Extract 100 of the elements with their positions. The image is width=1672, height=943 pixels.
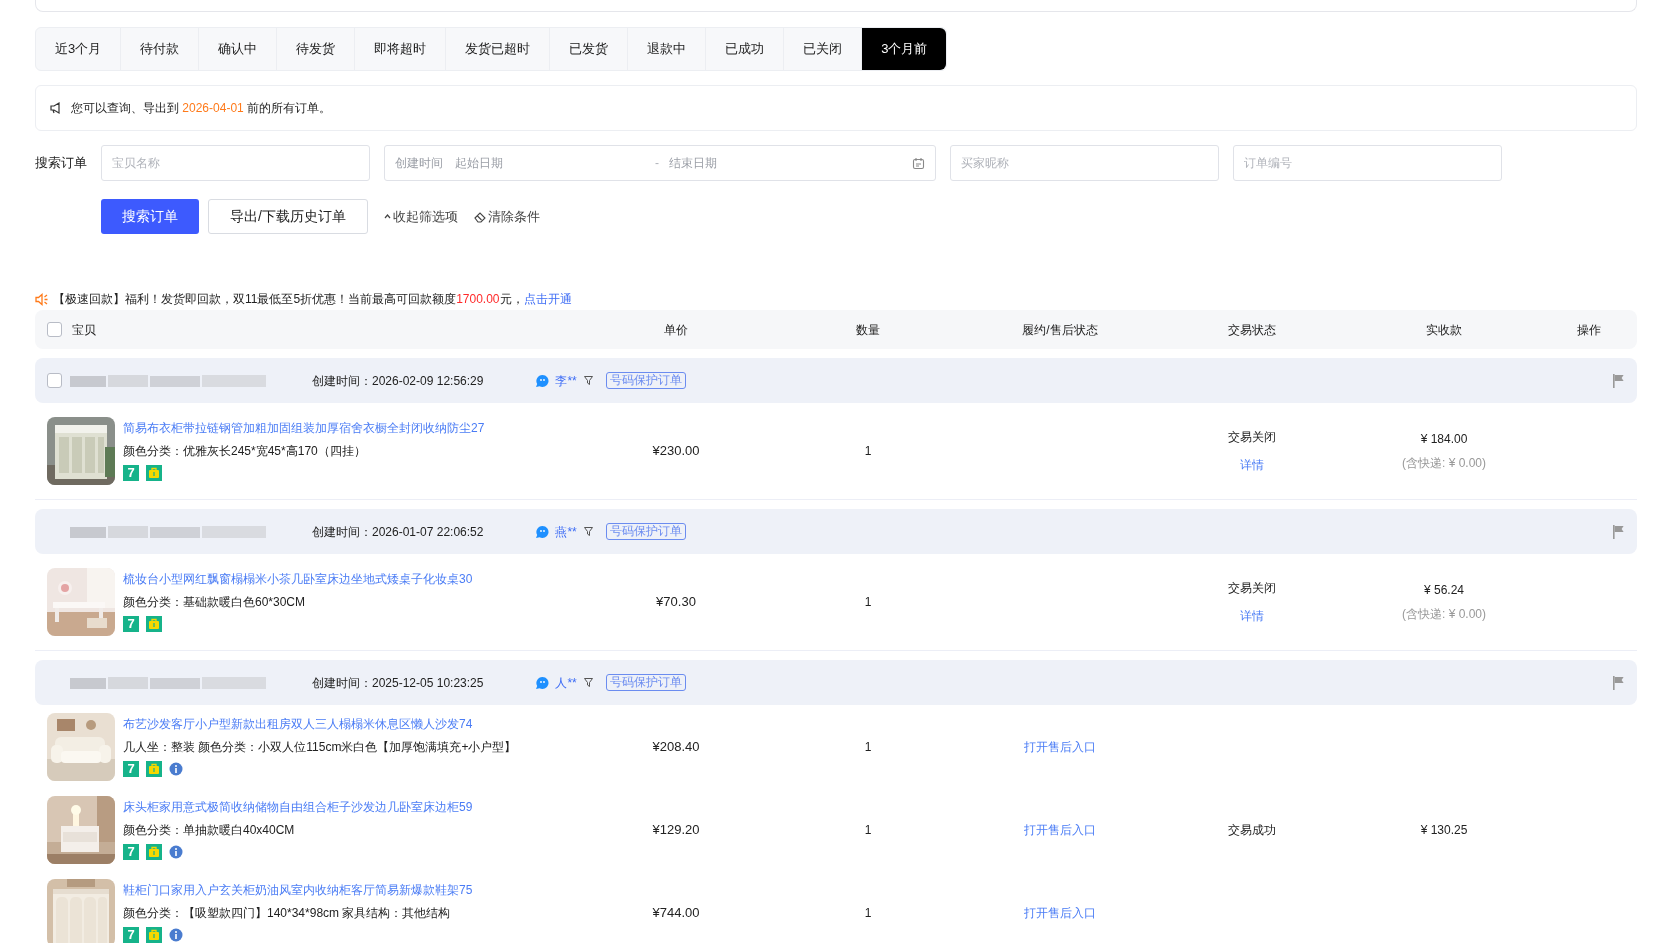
aftersale-link[interactable]: 打开售后入口 — [1024, 903, 1096, 922]
date-range-field[interactable]: 创建时间 起始日期 - 结束日期 — [384, 145, 936, 181]
quantity: 1 — [864, 821, 872, 839]
shipping-fee: (含快递: ¥ 0.00) — [1402, 606, 1486, 623]
filter-tab[interactable]: 即将超时 — [355, 28, 447, 70]
aftersale-link[interactable]: 打开售后入口 — [1024, 737, 1096, 756]
received-amount: ¥ 130.25 — [1420, 821, 1468, 839]
buyer-name[interactable]: 李** — [555, 371, 577, 390]
filter-icon[interactable] — [583, 678, 593, 687]
filter-tab[interactable]: 已成功 — [706, 28, 785, 70]
filter-tab[interactable]: 发货已超时 — [446, 28, 551, 70]
bag-icon — [146, 760, 162, 777]
end-date-input[interactable]: 结束日期 — [669, 154, 912, 172]
search-field[interactable]: 宝贝名称 — [101, 145, 370, 181]
quantity: 1 — [864, 443, 872, 460]
created-time: 创建时间：2026-02-09 12:56:29 — [312, 372, 484, 390]
product-title-link[interactable]: 鞋柜门口家用入户玄关柜奶油风室内收纳柜客厅简易新爆款鞋架75 — [123, 880, 473, 899]
filter-icon[interactable] — [583, 376, 593, 385]
quantity: 1 — [864, 594, 872, 611]
column-header: 交易状态 — [1228, 321, 1276, 339]
checkbox[interactable] — [47, 322, 62, 337]
info-icon — [169, 927, 183, 942]
bag-icon — [146, 843, 162, 860]
product-spec: 颜色分类：单抽款暖白40x40CM — [123, 821, 296, 839]
column-header: 操作 — [1576, 321, 1601, 339]
detail-link[interactable]: 详情 — [1240, 607, 1264, 625]
product-title-link[interactable]: 梳妆台小型网红飘窗榻榻米小茶几卧室床边坐地式矮桌子化妆桌30 — [123, 570, 473, 588]
detail-link[interactable]: 详情 — [1240, 456, 1264, 474]
product-spec: 颜色分类：优雅灰长245*宽45*高170（四挂） — [123, 443, 367, 460]
seven-day-badge: 7 — [123, 760, 139, 777]
chat-bubble-icon — [535, 524, 551, 539]
column-header: 宝贝 — [72, 321, 96, 339]
received-amount: ¥ 184.00 — [1420, 431, 1468, 448]
unit-price: ¥208.40 — [652, 737, 700, 756]
speaker-icon — [35, 292, 49, 306]
search-field[interactable]: 买家昵称 — [950, 145, 1219, 181]
protection-tag: 号码保护订单 — [605, 372, 686, 389]
unit-price: ¥70.30 — [656, 593, 696, 612]
filter-tab[interactable]: 待付款 — [121, 28, 200, 70]
search-button[interactable]: 搜索订单 — [101, 199, 199, 234]
unit-price: ¥230.00 — [652, 442, 700, 461]
activate-link[interactable]: 点击开通 — [523, 292, 572, 306]
filter-tab[interactable]: 近3个月 — [36, 28, 122, 70]
column-header: 单价 — [664, 321, 688, 339]
search-label: 搜索订单 — [35, 154, 88, 173]
filter-tab[interactable]: 确认中 — [199, 28, 278, 70]
filter-tab[interactable]: 3个月前 — [862, 28, 947, 70]
buyer-name[interactable]: 人** — [555, 673, 577, 692]
bag-icon — [146, 465, 162, 481]
checkbox[interactable] — [47, 373, 62, 388]
flag-icon[interactable] — [1613, 675, 1625, 690]
seven-day-badge: 7 — [123, 843, 139, 860]
seven-day-badge: 7 — [123, 465, 139, 481]
shipping-fee: (含快递: ¥ 0.00) — [1402, 455, 1486, 472]
product-title-link[interactable]: 简易布衣柜带拉链钢管加粗加固组装加厚宿舍衣橱全封闭收纳防尘27 — [123, 419, 485, 437]
aftersale-link[interactable]: 打开售后入口 — [1024, 820, 1096, 839]
column-header: 实收款 — [1426, 321, 1462, 339]
calendar-icon — [912, 156, 925, 170]
column-header: 履约/售后状态 — [1022, 321, 1098, 339]
chat-bubble-icon — [535, 675, 551, 690]
notice-text: 您可以查询、导出到 2026-04-01 前的所有订单。 — [71, 100, 332, 117]
created-time: 创建时间：2025-12-05 10:23:25 — [312, 674, 484, 692]
bag-icon — [146, 926, 162, 943]
date-field-label: 创建时间 — [395, 155, 443, 172]
product-spec: 颜色分类：基础款暖白色60*30CM — [123, 594, 307, 611]
buyer-name[interactable]: 燕** — [555, 522, 577, 541]
filter-icon[interactable] — [583, 527, 593, 536]
protection-tag: 号码保护订单 — [605, 523, 686, 540]
search-field[interactable]: 订单编号 — [1233, 145, 1502, 181]
column-header: 数量 — [856, 321, 880, 339]
flag-icon[interactable] — [1613, 373, 1625, 388]
info-icon — [169, 844, 183, 859]
chat-bubble-icon — [535, 373, 551, 388]
range-separator: - — [655, 155, 659, 172]
unit-price: ¥744.00 — [652, 903, 700, 922]
trade-status: 交易成功 — [1228, 821, 1276, 839]
eraser-icon — [474, 210, 486, 223]
bag-icon — [146, 616, 162, 632]
filter-tab[interactable]: 待发货 — [277, 28, 356, 70]
promo-text: 【极速回款】福利！发货即回款，双11最低至5折优惠！当前最高可回款额度1700.00元，点击开通 — [53, 291, 572, 308]
unit-price: ¥129.20 — [652, 820, 700, 839]
caret-up-icon — [384, 214, 391, 219]
collapse-filters-link[interactable]: 收起筛选项 — [384, 206, 458, 227]
trade-status: 交易关闭 — [1228, 429, 1276, 446]
filter-tab[interactable]: 已发货 — [550, 28, 629, 70]
seven-day-badge: 7 — [123, 926, 139, 943]
start-date-input[interactable]: 起始日期 — [455, 154, 645, 172]
received-amount: ¥ 56.24 — [1423, 582, 1464, 599]
product-title-link[interactable]: 布艺沙发客厅小户型新款出租房双人三人榻榻米休息区懒人沙发74 — [123, 714, 517, 733]
product-spec: 颜色分类：【吸塑款四门】140*34*98cm 家具结构：其他结构 — [123, 904, 452, 922]
flag-icon[interactable] — [1613, 524, 1625, 539]
trade-status: 交易关闭 — [1228, 580, 1276, 597]
export-button[interactable]: 导出/下载历史订单 — [208, 199, 368, 234]
product-title-link[interactable]: 床头柜家用意式极简收纳储物自由组合柜子沙发边几卧室床边柜59 — [123, 797, 473, 816]
info-icon — [169, 761, 183, 776]
created-time: 创建时间：2026-01-07 22:06:52 — [312, 523, 484, 541]
clear-filters-link[interactable]: 清除条件 — [474, 206, 540, 227]
filter-tab[interactable]: 退款中 — [628, 28, 707, 70]
protection-tag: 号码保护订单 — [605, 674, 686, 691]
product-spec: 几人坐：整装 颜色分类：小双人位115cm米白色【加厚饱满填充+小户型】 — [123, 738, 517, 756]
